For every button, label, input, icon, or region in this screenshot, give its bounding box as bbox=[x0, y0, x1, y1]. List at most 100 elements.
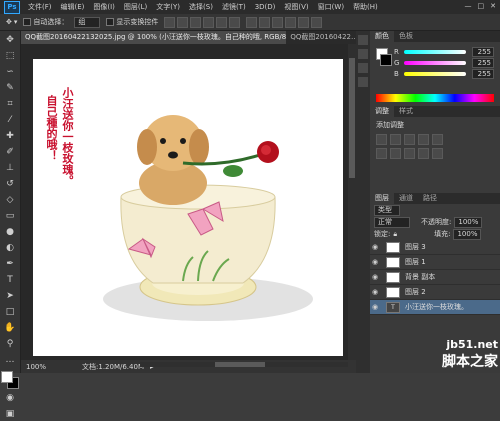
menu-edit[interactable]: 编辑(E) bbox=[61, 2, 85, 12]
fill-value[interactable]: 100% bbox=[453, 228, 482, 240]
blue-slider[interactable]: B 255 bbox=[394, 68, 500, 79]
quick-select-tool-icon[interactable]: ✎ bbox=[3, 81, 17, 95]
color-spectrum[interactable] bbox=[376, 94, 494, 102]
eraser-tool-icon[interactable]: ◇ bbox=[3, 193, 17, 207]
properties-panel-icon[interactable] bbox=[358, 49, 368, 59]
menu-3d[interactable]: 3D(D) bbox=[255, 3, 276, 11]
distribute-top-icon[interactable] bbox=[246, 16, 258, 28]
layer-row-selected[interactable]: ◉ T 小汪送你一枝玫瑰。 bbox=[370, 300, 500, 315]
dodge-tool-icon[interactable]: ◐ bbox=[3, 241, 17, 255]
eye-icon[interactable]: ◉ bbox=[370, 243, 380, 251]
distribute-middle-icon[interactable] bbox=[259, 16, 271, 28]
tab-active-document[interactable]: QQ截图20160422132025.jpg @ 100% (小汪送你一枝玫瑰。… bbox=[21, 31, 287, 44]
menu-file[interactable]: 文件(F) bbox=[28, 2, 52, 12]
tab-channels[interactable]: 通道 bbox=[394, 193, 418, 204]
screen-mode-icon[interactable]: ▣ bbox=[3, 407, 17, 421]
quick-mask-icon[interactable]: ◉ bbox=[3, 391, 17, 405]
healing-tool-icon[interactable]: ✚ bbox=[3, 129, 17, 143]
align-left-icon[interactable] bbox=[203, 16, 215, 28]
maximize-button[interactable]: □ bbox=[478, 2, 485, 10]
lasso-tool-icon[interactable]: ∽ bbox=[3, 65, 17, 79]
auto-select-toggle[interactable]: 自动选择： bbox=[23, 17, 68, 27]
show-transform-toggle[interactable]: 显示变换控件 bbox=[106, 17, 158, 27]
eyedropper-tool-icon[interactable]: ⁄ bbox=[3, 113, 17, 127]
history-panel-icon[interactable] bbox=[358, 35, 368, 45]
menu-layer[interactable]: 图层(L) bbox=[124, 2, 147, 12]
menu-view[interactable]: 视图(V) bbox=[284, 2, 308, 12]
auto-select-checkbox[interactable] bbox=[23, 18, 32, 26]
zoom-level[interactable]: 100% bbox=[26, 363, 46, 371]
align-center-icon[interactable] bbox=[216, 16, 228, 28]
red-track[interactable] bbox=[404, 49, 466, 54]
hue-sat-icon[interactable] bbox=[376, 148, 387, 159]
close-button[interactable]: ✕ bbox=[490, 2, 496, 10]
menu-window[interactable]: 窗口(W) bbox=[318, 2, 344, 12]
distribute-left-icon[interactable] bbox=[285, 16, 297, 28]
brush-tool-icon[interactable]: ✐ bbox=[3, 145, 17, 159]
marquee-tool-icon[interactable]: ⬚ bbox=[3, 49, 17, 63]
menu-help[interactable]: 帮助(H) bbox=[353, 2, 378, 12]
more-tools-icon[interactable]: … bbox=[3, 353, 17, 367]
layer-row[interactable]: ◉ 背景 副本 bbox=[370, 270, 500, 285]
curves-icon[interactable] bbox=[404, 134, 415, 145]
tab-paths[interactable]: 路径 bbox=[418, 193, 442, 204]
photo-filter-icon[interactable] bbox=[418, 148, 429, 159]
brightness-icon[interactable] bbox=[376, 134, 387, 145]
eye-icon[interactable]: ◉ bbox=[370, 273, 380, 281]
tab-color[interactable]: 颜色 bbox=[370, 31, 394, 42]
move-tool-icon[interactable]: ✥ bbox=[3, 33, 17, 47]
vibrance-icon[interactable] bbox=[432, 134, 443, 145]
auto-select-dropdown[interactable]: 组 bbox=[74, 16, 101, 28]
align-middle-icon[interactable] bbox=[177, 16, 189, 28]
green-value[interactable]: 255 bbox=[472, 57, 494, 68]
type-tool-icon[interactable]: T bbox=[3, 273, 17, 287]
align-bottom-icon[interactable] bbox=[190, 16, 202, 28]
move-tool-preset[interactable]: ✥ ▾ bbox=[6, 18, 17, 26]
blue-track[interactable] bbox=[404, 71, 466, 76]
tab-adjustments[interactable]: 调整 bbox=[370, 106, 394, 117]
minimize-button[interactable]: — bbox=[465, 2, 472, 10]
tab-styles[interactable]: 样式 bbox=[394, 106, 418, 117]
color-bg-swatch[interactable] bbox=[380, 54, 392, 66]
layer-filter-dropdown[interactable]: 类型 bbox=[374, 204, 400, 216]
document-canvas[interactable]: 小汪送你一枝玫瑰。 自己種的哦！ bbox=[33, 59, 343, 356]
align-top-icon[interactable] bbox=[164, 16, 176, 28]
black-white-icon[interactable] bbox=[404, 148, 415, 159]
blue-value[interactable]: 255 bbox=[472, 68, 494, 79]
red-slider[interactable]: R 255 bbox=[394, 46, 500, 57]
distribute-center-icon[interactable] bbox=[298, 16, 310, 28]
hand-tool-icon[interactable]: ✋ bbox=[3, 321, 17, 335]
align-right-icon[interactable] bbox=[229, 16, 241, 28]
paragraph-panel-icon[interactable] bbox=[358, 77, 368, 87]
tab-swatches[interactable]: 色板 bbox=[394, 31, 418, 42]
pen-tool-icon[interactable]: ✒ bbox=[3, 257, 17, 271]
lock-icon[interactable]: 🔒︎ bbox=[393, 230, 397, 239]
green-track[interactable] bbox=[404, 60, 466, 65]
shape-tool-icon[interactable]: □ bbox=[3, 305, 17, 319]
layer-row[interactable]: ◉ 图层 2 bbox=[370, 285, 500, 300]
levels-icon[interactable] bbox=[390, 134, 401, 145]
menu-filter[interactable]: 滤镜(T) bbox=[222, 2, 246, 12]
menu-type[interactable]: 文字(Y) bbox=[156, 2, 180, 12]
green-slider[interactable]: G 255 bbox=[394, 57, 500, 68]
tab-layers[interactable]: 图层 bbox=[370, 193, 394, 204]
blur-tool-icon[interactable]: ● bbox=[3, 225, 17, 239]
horizontal-scroll-thumb[interactable] bbox=[215, 362, 265, 367]
history-brush-icon[interactable]: ↺ bbox=[3, 177, 17, 191]
blend-mode-dropdown[interactable]: 正常 bbox=[374, 216, 410, 228]
crop-tool-icon[interactable]: ⌗ bbox=[3, 97, 17, 111]
red-value[interactable]: 255 bbox=[472, 46, 494, 57]
show-transform-checkbox[interactable] bbox=[106, 18, 115, 26]
distribute-right-icon[interactable] bbox=[311, 16, 323, 28]
eye-icon[interactable]: ◉ bbox=[370, 288, 380, 296]
layer-row[interactable]: ◉ 图层 3 bbox=[370, 240, 500, 255]
channel-mixer-icon[interactable] bbox=[432, 148, 443, 159]
opacity-value[interactable]: 100% bbox=[454, 216, 483, 228]
eye-icon[interactable]: ◉ bbox=[370, 303, 380, 311]
color-balance-icon[interactable] bbox=[390, 148, 401, 159]
character-panel-icon[interactable] bbox=[358, 63, 368, 73]
vertical-scroll-thumb[interactable] bbox=[349, 58, 355, 178]
stamp-tool-icon[interactable]: ⊥ bbox=[3, 161, 17, 175]
color-swatches[interactable] bbox=[1, 371, 19, 389]
layer-row[interactable]: ◉ 图层 1 bbox=[370, 255, 500, 270]
